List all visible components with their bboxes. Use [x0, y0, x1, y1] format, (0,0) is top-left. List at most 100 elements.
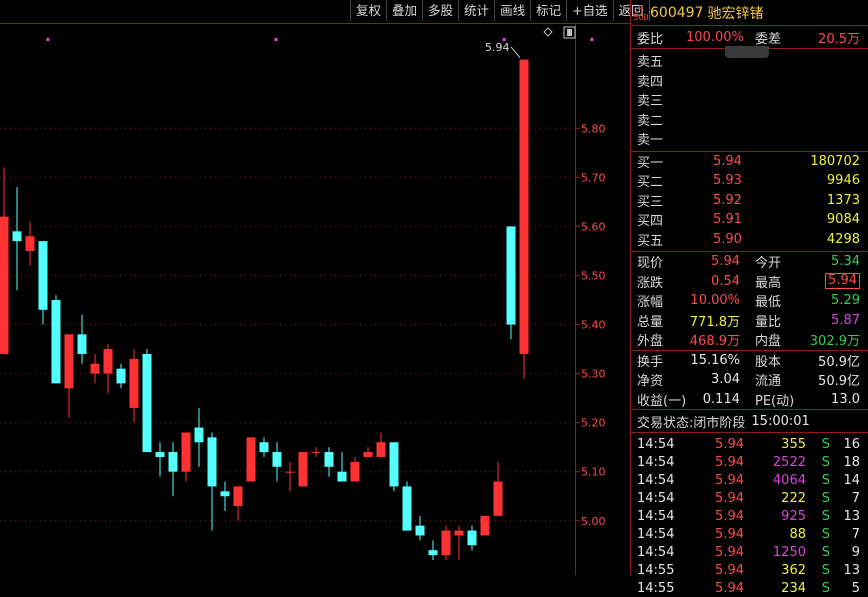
- buy-label: 买四: [637, 214, 664, 230]
- tick-count: 18: [843, 454, 860, 470]
- candle-up[interactable]: [129, 358, 139, 408]
- trade-status: 交易状态: 闭市阶段 15:00:01: [631, 410, 868, 433]
- tick-price: 5.94: [715, 526, 744, 542]
- candle-up[interactable]: [363, 452, 373, 457]
- candle-down[interactable]: [77, 334, 87, 354]
- candle-down[interactable]: [324, 452, 334, 467]
- buy-label: 买三: [637, 194, 664, 210]
- candle-up[interactable]: [103, 349, 113, 374]
- buy-volume: 4298: [826, 231, 860, 247]
- quote-value: 5.34: [831, 254, 860, 270]
- buy-price: 5.90: [713, 231, 742, 247]
- fund-value: 13.0: [831, 391, 860, 407]
- candle-up[interactable]: [181, 432, 191, 472]
- tick-price: 5.94: [715, 454, 744, 470]
- candle-down[interactable]: [207, 437, 217, 487]
- candle-down[interactable]: [155, 452, 165, 457]
- candle-down[interactable]: [415, 525, 425, 536]
- quote-value: 5.94: [825, 273, 860, 290]
- candle-up[interactable]: [376, 442, 386, 457]
- weibi-label: 委比: [637, 31, 664, 47]
- toolbar-button-0[interactable]: 复权: [350, 0, 386, 21]
- candle-up[interactable]: [493, 481, 503, 516]
- kline-chart[interactable]: 5.80 5.70 5.60 5.50 5.40 5.30 5.20 5.10 5.00 5.94: [0, 0, 630, 575]
- fund-value: 50.9亿: [818, 374, 860, 390]
- candle-up[interactable]: [311, 452, 321, 454]
- tick-volume: 4064: [772, 472, 806, 488]
- candle-down[interactable]: [428, 550, 438, 556]
- quote-row: 总量 771.8万 量比 5.87: [631, 311, 868, 331]
- event-marker[interactable]: [274, 38, 278, 41]
- fundamentals: 换手 15.16% 股本 50.9亿 净资 3.04 流通 50.9亿 收益(一) 0.114 PE…: [631, 351, 868, 410]
- candle-up[interactable]: [298, 452, 308, 487]
- candle-up[interactable]: [64, 334, 74, 389]
- candle-down[interactable]: [389, 442, 399, 487]
- tick-list[interactable]: 14:54 5.94 355 S 16 14:54 5.94 2522 S 18 14:54 5.94…: [631, 433, 868, 597]
- candle-up[interactable]: [246, 437, 256, 482]
- tick-volume: 222: [781, 490, 806, 506]
- candle-up[interactable]: [90, 363, 100, 374]
- tick-volume: 355: [781, 436, 806, 452]
- candle-down[interactable]: [402, 486, 412, 531]
- sell-row: 卖五: [631, 51, 868, 71]
- fund-label: 股本: [755, 354, 782, 370]
- toolbar-button-6[interactable]: +自选: [566, 0, 612, 21]
- quote-label: 今开: [755, 256, 782, 272]
- buy-price: 5.92: [713, 192, 742, 208]
- tick-time: 14:54: [637, 472, 675, 488]
- candle-down[interactable]: [272, 452, 282, 467]
- candle-up[interactable]: [454, 530, 464, 536]
- candle-down[interactable]: [337, 471, 347, 482]
- candle-down[interactable]: [259, 442, 269, 453]
- sell-row: 卖二: [631, 110, 868, 130]
- candle-down[interactable]: [142, 353, 152, 453]
- event-marker[interactable]: [590, 38, 594, 41]
- sell-label: 卖二: [637, 113, 664, 129]
- toolbar-button-5[interactable]: 标记: [530, 0, 566, 21]
- toolbar-button-3[interactable]: 统计: [458, 0, 494, 21]
- stock-name: 驰宏锌锗: [707, 5, 764, 22]
- candle-up[interactable]: [519, 59, 529, 354]
- tick-side: S: [821, 472, 830, 488]
- stock-header: R 500 600497 驰宏锌锗: [631, 0, 868, 26]
- candle-up[interactable]: [350, 461, 360, 482]
- fund-value: 3.04: [711, 372, 740, 388]
- candle-up[interactable]: [233, 486, 243, 507]
- buy-volume: 9946: [826, 173, 860, 189]
- tick-time: 14:54: [637, 436, 675, 452]
- tick-side: S: [821, 508, 830, 524]
- tick-price: 5.94: [715, 436, 744, 452]
- candle-up[interactable]: [480, 515, 490, 536]
- status-value: 闭市阶段: [693, 415, 746, 431]
- toolbar-button-2[interactable]: 多股: [422, 0, 458, 21]
- diamond-icon[interactable]: [543, 27, 553, 37]
- candle-up[interactable]: [0, 216, 9, 354]
- candle-down[interactable]: [506, 226, 516, 325]
- buy-price: 5.94: [713, 153, 742, 169]
- fund-label: 流通: [755, 374, 782, 390]
- tick-volume: 925: [781, 508, 806, 524]
- candle-down[interactable]: [168, 452, 178, 472]
- buy-volume: 1373: [826, 192, 860, 208]
- candle-down[interactable]: [220, 491, 230, 497]
- quote-label: 内盘: [755, 334, 782, 350]
- candle-down[interactable]: [116, 368, 126, 384]
- fund-value: 50.9亿: [818, 354, 860, 370]
- margin-badge: R 500: [633, 3, 649, 22]
- quote-label: 外盘: [637, 334, 664, 350]
- candle-down[interactable]: [467, 530, 477, 546]
- candle-up[interactable]: [285, 471, 295, 473]
- event-marker[interactable]: [46, 38, 50, 41]
- quote-value: 0.54: [711, 273, 740, 289]
- buy-label: 买二: [637, 175, 664, 191]
- buy-volume: 9084: [826, 212, 860, 228]
- candle-up[interactable]: [441, 530, 451, 556]
- candle-down[interactable]: [38, 241, 48, 310]
- candle-up[interactable]: [25, 236, 35, 251]
- toolbar-button-4[interactable]: 画线: [494, 0, 530, 21]
- candle-down[interactable]: [194, 427, 204, 443]
- toolbar-button-1[interactable]: 叠加: [386, 0, 422, 21]
- candle-down[interactable]: [12, 231, 22, 242]
- candle-down[interactable]: [51, 300, 61, 384]
- tick-side: S: [821, 436, 830, 452]
